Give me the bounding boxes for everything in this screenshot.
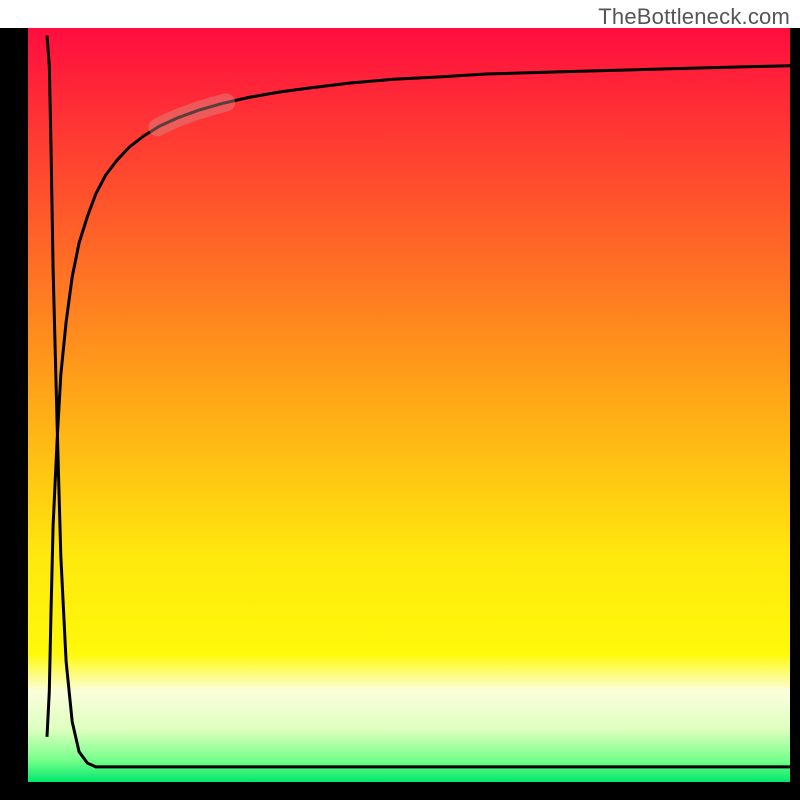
axis-left: [0, 28, 28, 800]
attribution-label: TheBottleneck.com: [598, 4, 790, 30]
axis-right: [790, 28, 800, 800]
chart-svg: [0, 0, 800, 800]
axis-bottom: [0, 782, 800, 800]
chart-wrapper: TheBottleneck.com: [0, 0, 800, 800]
plot-background: [28, 28, 790, 782]
